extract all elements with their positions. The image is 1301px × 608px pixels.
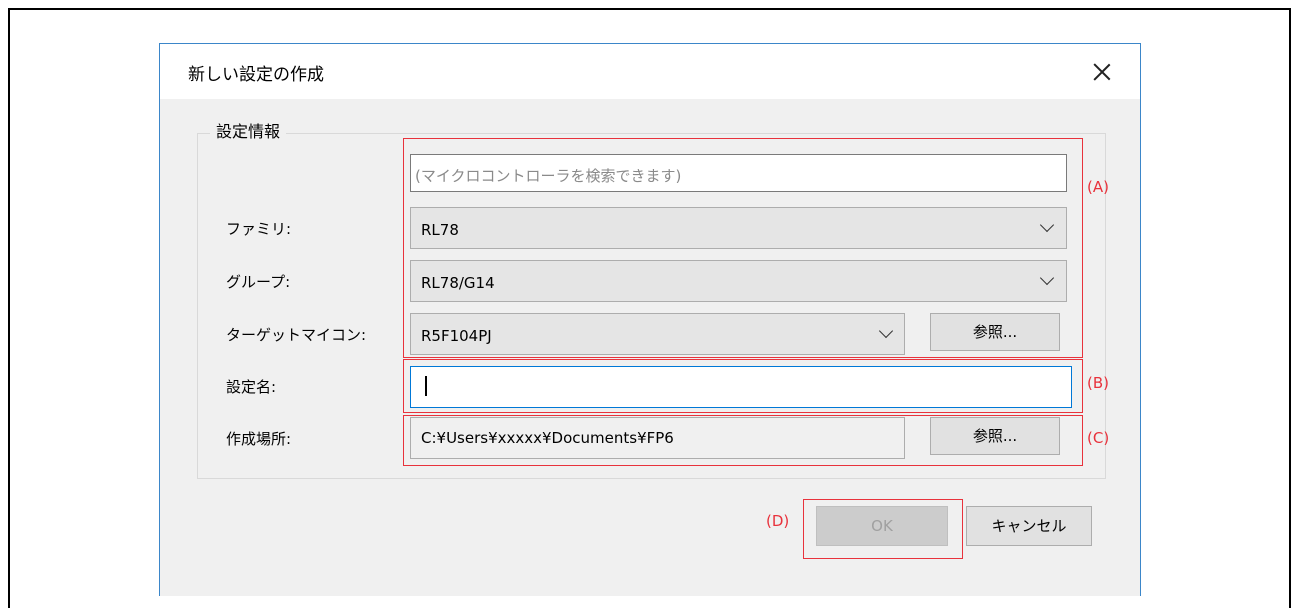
highlight-a — [403, 138, 1083, 358]
ok-button[interactable]: OK — [816, 506, 948, 546]
dialog-title: 新しい設定の作成 — [188, 65, 324, 85]
annotation-d: (D) — [766, 512, 790, 530]
target-mcu-label: ターゲットマイコン: — [226, 326, 367, 344]
group-label: グループ: — [226, 273, 291, 291]
new-settings-dialog: 新しい設定の作成 設定情報 (マイクロコントローラを検索できます) ファミリ: … — [159, 43, 1141, 596]
cancel-button[interactable]: キャンセル — [966, 506, 1092, 546]
groupbox-title: 設定情報 — [210, 118, 287, 142]
close-icon[interactable] — [1090, 60, 1114, 84]
highlight-b — [403, 359, 1083, 413]
highlight-c — [403, 415, 1083, 466]
location-label: 作成場所: — [226, 430, 292, 448]
setting-name-label: 設定名: — [226, 378, 277, 396]
annotation-a: (A) — [1087, 178, 1109, 196]
family-label: ファミリ: — [226, 220, 292, 238]
annotation-b: (B) — [1087, 374, 1109, 392]
dialog-titlebar: 新しい設定の作成 — [160, 44, 1140, 99]
annotation-c: (C) — [1087, 429, 1110, 447]
